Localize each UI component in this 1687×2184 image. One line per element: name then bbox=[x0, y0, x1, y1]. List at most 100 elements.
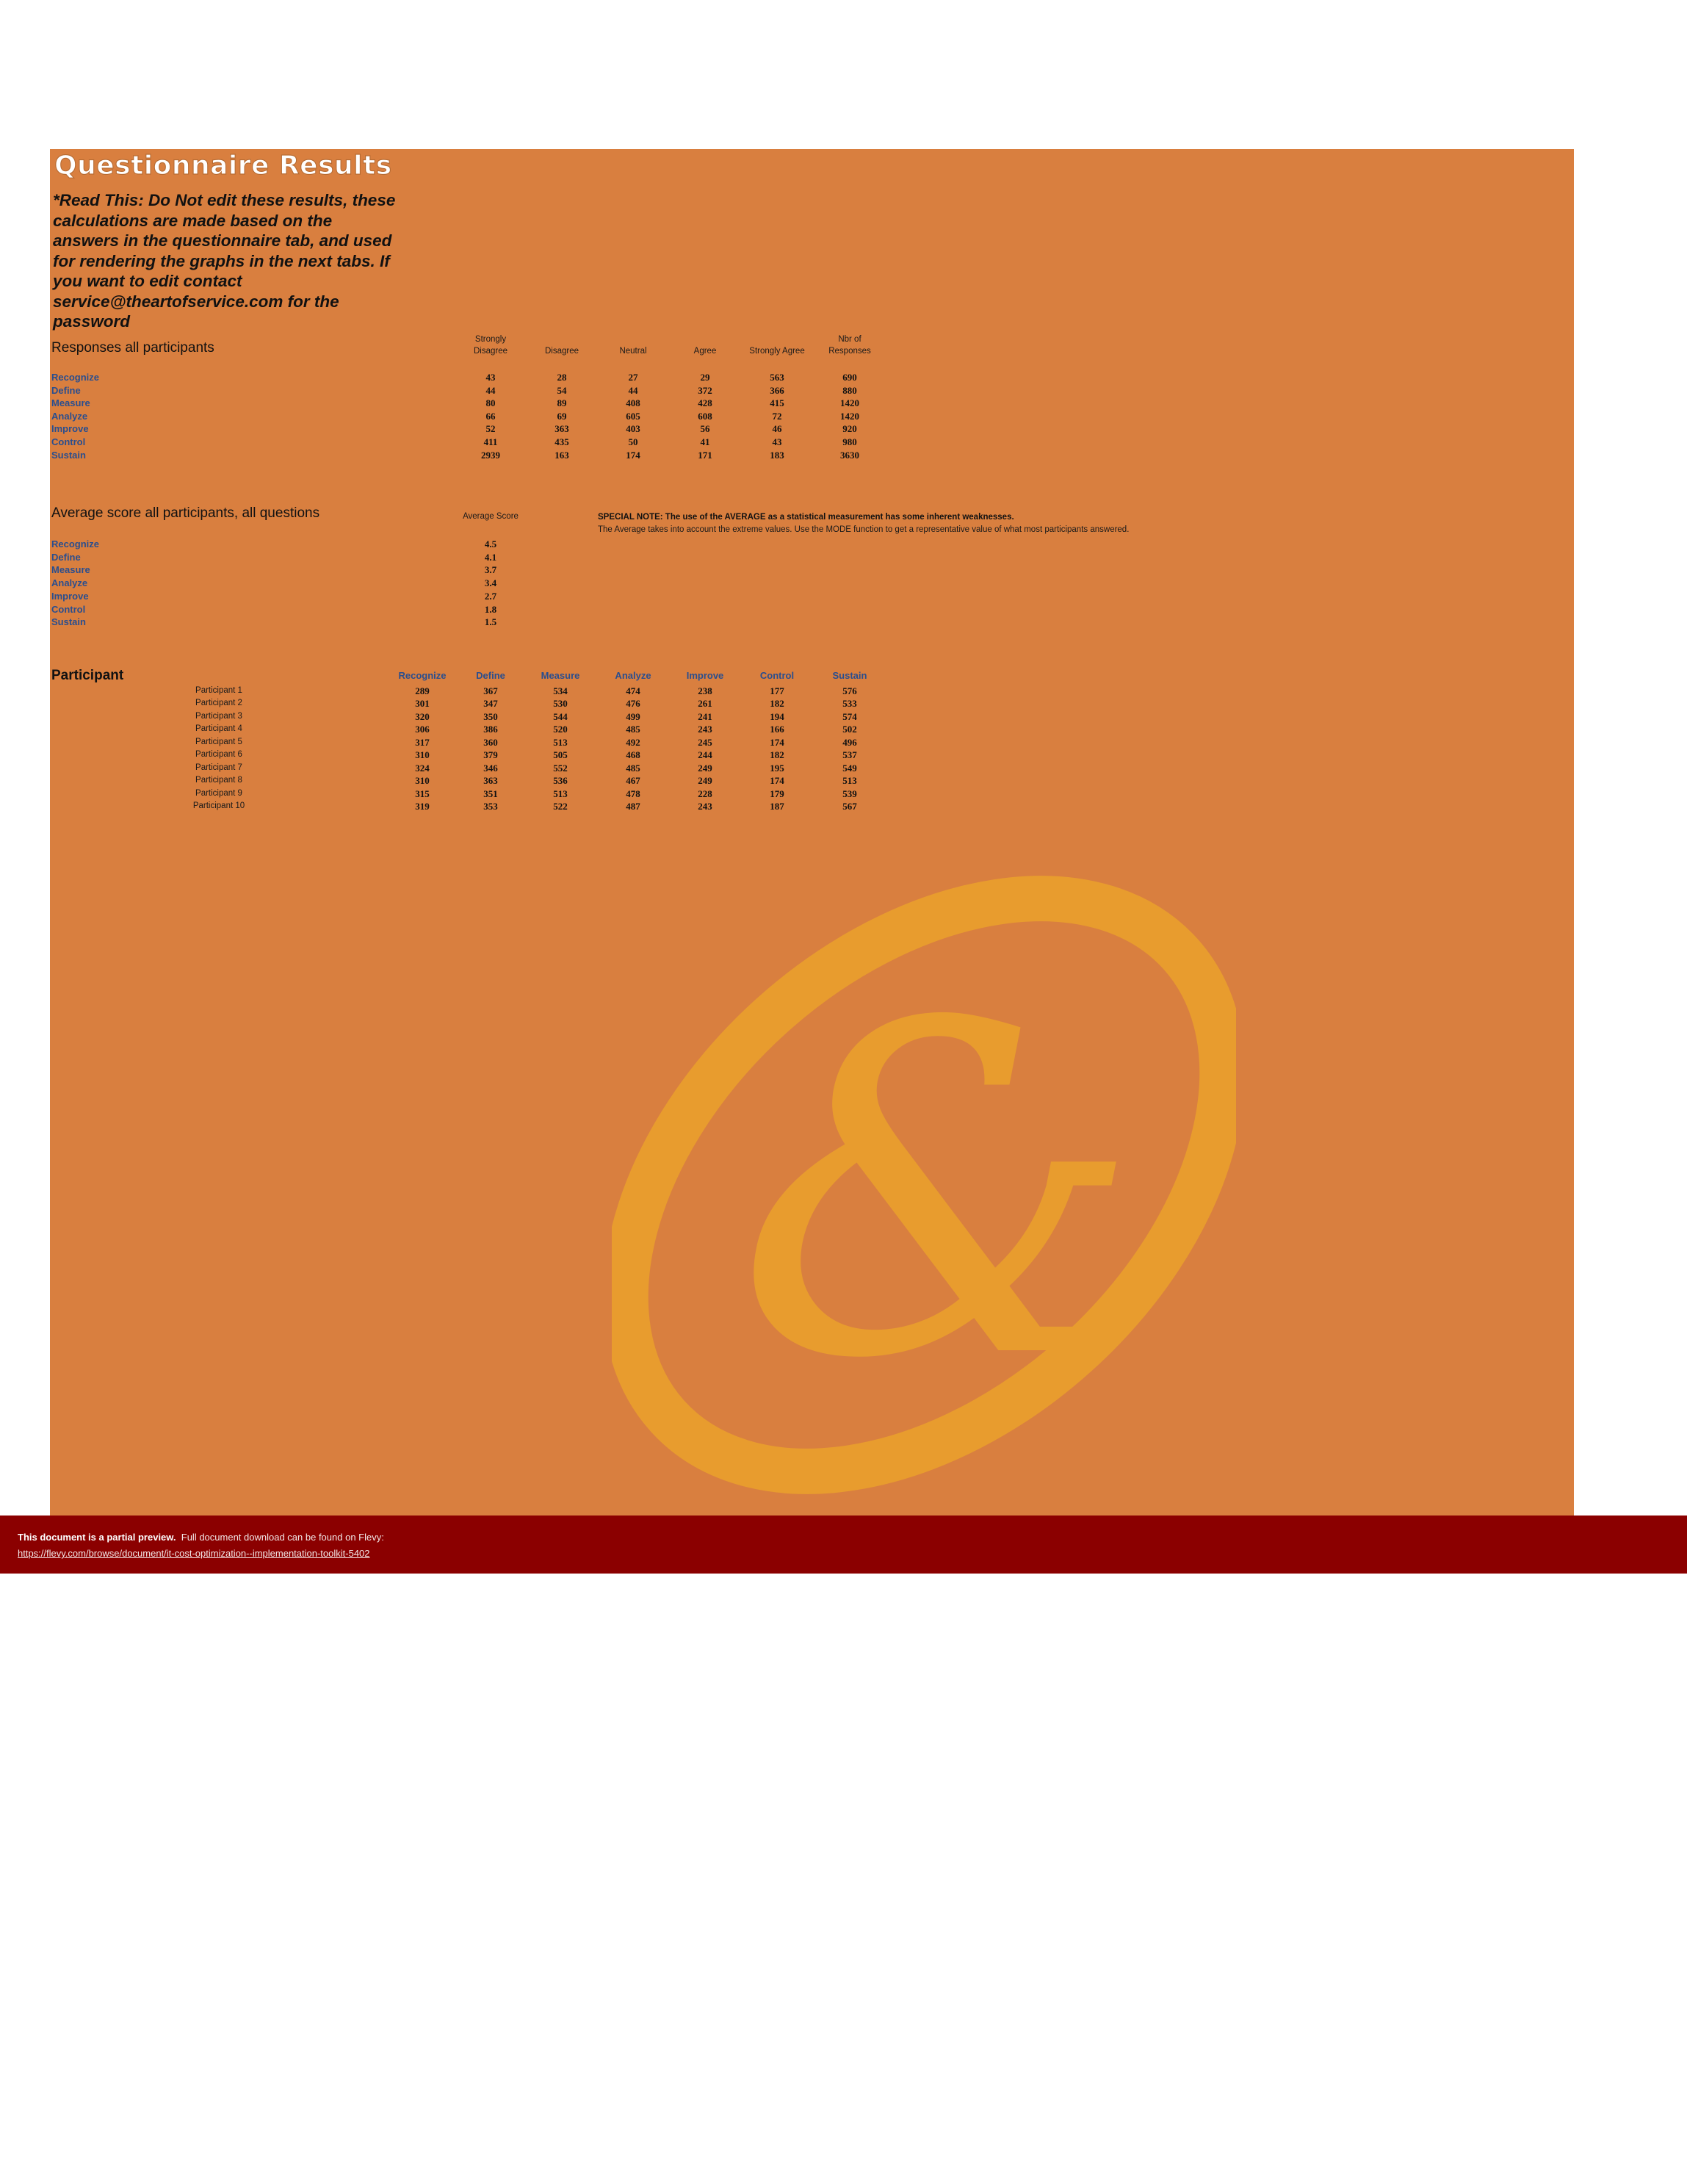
participant-cell: 353 bbox=[483, 801, 498, 812]
responses-column-header: Strongly Agree bbox=[749, 347, 805, 356]
responses-column-header: Neutral bbox=[619, 347, 647, 356]
responses-cell: 428 bbox=[698, 397, 712, 409]
responses-cell: 163 bbox=[554, 449, 569, 461]
responses-cell: 43 bbox=[772, 436, 782, 447]
participant-cell: 485 bbox=[626, 762, 640, 774]
responses-column-header: Responses bbox=[828, 347, 871, 356]
participant-cell: 177 bbox=[770, 685, 784, 696]
participant-row-label: Participant 8 bbox=[195, 776, 242, 785]
participant-cell: 187 bbox=[770, 801, 784, 812]
participant-row-label: Participant 10 bbox=[192, 801, 245, 811]
responses-cell: 415 bbox=[770, 397, 784, 409]
participant-row-label: Participant 7 bbox=[195, 763, 242, 772]
participant-cell: 474 bbox=[626, 685, 640, 696]
participant-cell: 182 bbox=[770, 698, 784, 710]
responses-column-header-line1: Strongly bbox=[474, 335, 507, 344]
responses-column-header: Disagree bbox=[544, 347, 579, 356]
participant-cell: 533 bbox=[842, 698, 857, 710]
preview-notice-text: Full document download can be found on F… bbox=[181, 1532, 384, 1543]
average-score-cell: 4.5 bbox=[484, 538, 497, 549]
responses-cell: 435 bbox=[554, 436, 569, 447]
participant-cell: 174 bbox=[770, 736, 784, 748]
participant-cell: 478 bbox=[626, 788, 640, 799]
responses-cell: 52 bbox=[485, 423, 496, 435]
responses-cell: 174 bbox=[626, 449, 640, 461]
responses-cell: 690 bbox=[842, 372, 857, 383]
questionnaire-results-sheet: & Questionnaire Results *Read This: Do N… bbox=[50, 149, 1574, 1516]
responses-cell: 56 bbox=[700, 423, 710, 435]
special-note-body: The Average takes into account the extre… bbox=[598, 525, 1130, 534]
participant-cell: 522 bbox=[553, 801, 568, 812]
responses-cell: 408 bbox=[626, 397, 640, 409]
participant-cell: 468 bbox=[626, 749, 640, 761]
responses-cell: 608 bbox=[698, 410, 712, 422]
average-score-cell: 1.8 bbox=[484, 603, 497, 615]
responses-cell: 171 bbox=[698, 449, 712, 461]
participant-cell: 306 bbox=[415, 724, 430, 735]
responses-cell: 2939 bbox=[481, 449, 500, 461]
participant-cell: 347 bbox=[483, 698, 498, 710]
edit-warning-note: *Read This: Do Not edit these results, t… bbox=[53, 191, 396, 331]
responses-cell: 72 bbox=[772, 410, 782, 422]
average-row-label: Control bbox=[51, 603, 86, 615]
participant-cell: 576 bbox=[842, 685, 857, 696]
participant-cell: 513 bbox=[553, 788, 568, 799]
participant-cell: 238 bbox=[698, 685, 712, 696]
responses-cell: 363 bbox=[554, 423, 569, 435]
average-score-cell: 2.7 bbox=[484, 590, 497, 602]
participant-cell: 324 bbox=[415, 762, 430, 774]
responses-cell: 411 bbox=[483, 436, 498, 447]
average-score-column-header: Average Score bbox=[463, 512, 519, 521]
participant-cell: 319 bbox=[415, 801, 430, 812]
participant-cell: 244 bbox=[698, 749, 712, 761]
participant-cell: 243 bbox=[698, 724, 712, 735]
participant-row-label: Participant 5 bbox=[195, 737, 242, 746]
responses-row-label: Sustain bbox=[51, 449, 86, 461]
participant-column-header: Improve bbox=[686, 670, 724, 681]
responses-row-label: Analyze bbox=[51, 410, 88, 422]
responses-cell: 563 bbox=[770, 372, 784, 383]
participant-cell: 496 bbox=[842, 736, 857, 748]
special-note-title: SPECIAL NOTE: The use of the AVERAGE as … bbox=[598, 513, 1014, 522]
participant-row-label: Participant 3 bbox=[195, 711, 242, 721]
participant-cell: 182 bbox=[770, 749, 784, 761]
participant-cell: 174 bbox=[770, 775, 784, 787]
responses-cell: 46 bbox=[772, 423, 782, 435]
participant-cell: 499 bbox=[626, 710, 640, 722]
participant-cell: 487 bbox=[626, 801, 640, 812]
preview-footer-banner: This document is a partial preview. Full… bbox=[0, 1516, 1687, 1574]
participant-column-header: Analyze bbox=[615, 670, 651, 681]
average-score-cell: 3.7 bbox=[484, 564, 497, 576]
participant-heading: Participant bbox=[51, 668, 124, 683]
responses-row-label: Define bbox=[51, 384, 81, 396]
flevy-document-link[interactable]: https://flevy.com/browse/document/it-cos… bbox=[18, 1548, 370, 1559]
participant-cell: 485 bbox=[626, 724, 640, 735]
participant-cell: 513 bbox=[553, 736, 568, 748]
participant-cell: 289 bbox=[415, 685, 430, 696]
responses-cell: 80 bbox=[485, 397, 496, 409]
average-row-label: Improve bbox=[51, 590, 89, 602]
participant-cell: 179 bbox=[770, 788, 784, 799]
participant-column-header: Measure bbox=[541, 670, 580, 681]
responses-column-header-line1: Nbr of bbox=[838, 335, 861, 344]
participant-cell: 552 bbox=[553, 762, 568, 774]
participant-cell: 249 bbox=[698, 762, 712, 774]
participant-cell: 536 bbox=[553, 775, 568, 787]
participant-cell: 567 bbox=[842, 801, 857, 812]
responses-column-header: Agree bbox=[693, 347, 717, 356]
participant-column-header: Control bbox=[759, 670, 795, 681]
participant-cell: 520 bbox=[553, 724, 568, 735]
average-row-label: Define bbox=[51, 551, 81, 563]
participant-cell: 228 bbox=[698, 788, 712, 799]
participant-cell: 505 bbox=[553, 749, 568, 761]
participant-cell: 386 bbox=[483, 724, 498, 735]
responses-row-label: Improve bbox=[51, 423, 89, 435]
participant-cell: 195 bbox=[770, 762, 784, 774]
participant-cell: 539 bbox=[842, 788, 857, 799]
participant-cell: 534 bbox=[553, 685, 568, 696]
average-row-label: Analyze bbox=[51, 577, 88, 589]
participant-cell: 310 bbox=[415, 775, 430, 787]
responses-cell: 69 bbox=[557, 410, 567, 422]
responses-cell: 3630 bbox=[840, 449, 859, 461]
responses-cell: 880 bbox=[842, 384, 857, 396]
